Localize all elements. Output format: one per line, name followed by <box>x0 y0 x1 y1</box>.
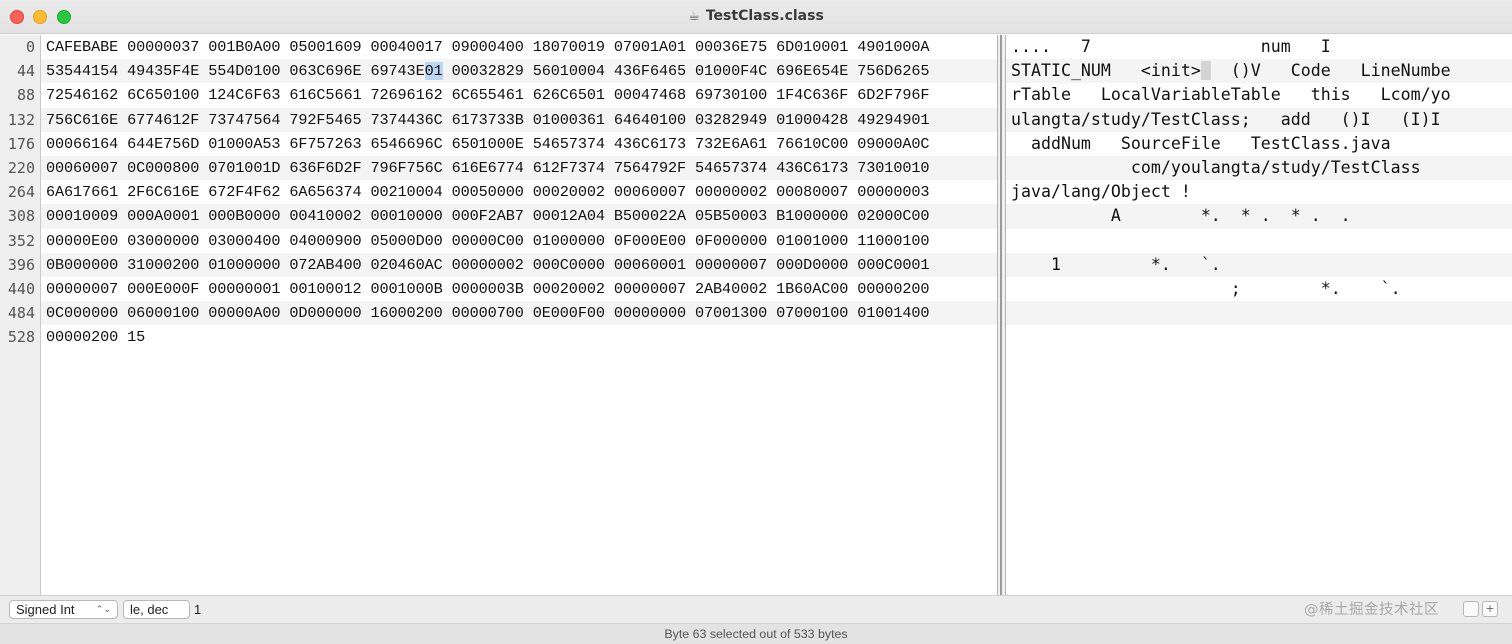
hex-bytes: 00000E00 03000000 03000400 04000900 0500… <box>46 231 930 250</box>
add-inspector-button[interactable]: + <box>1482 601 1498 617</box>
hex-row[interactable]: 6A617661 2F6C616E 672F4F62 6A656374 0021… <box>41 180 997 204</box>
ascii-text: ulangta/study/TestClass; add ()I (I)I <box>1011 109 1441 129</box>
hex-row[interactable]: 00010009 000A0001 000B0000 00410002 0001… <box>41 204 997 229</box>
hex-editor: 0 44 88 132 176 220 264 308 352 396 440 484 528 CAFE… <box>0 35 1512 595</box>
text-row[interactable]: java/lang/Object ! <box>1006 180 1512 204</box>
hex-bytes: 00000200 15 <box>46 328 146 347</box>
ascii-text: com/youlangta/study/TestClass <box>1011 157 1421 177</box>
hex-bytes: 00010009 000A0001 000B0000 00410002 0001… <box>46 207 930 226</box>
offset-label: 220 <box>7 158 35 177</box>
hex-bytes: 6A617661 2F6C616E 672F4F62 6A656374 0021… <box>46 183 930 202</box>
remove-inspector-button[interactable] <box>1463 601 1479 617</box>
hex-pane[interactable]: CAFEBABE 00000037 001B0A00 05001609 0004… <box>41 35 997 595</box>
text-row[interactable]: 1 *. `. <box>1006 252 1512 277</box>
inspector-bar: Signed Int ⌃⌄ le, dec 1 @稀土掘金技术社区 + <box>0 595 1512 623</box>
hex-bytes: 53544154 49435F4E 554D0100 063C696E 6974… <box>46 62 425 81</box>
ascii-text: java/lang/Object ! <box>1011 182 1191 202</box>
hex-bytes: CAFEBABE 00000037 001B0A00 05001609 0004… <box>46 38 930 56</box>
offset-label: 528 <box>7 328 35 347</box>
ascii-text: .... 7 num I <box>1011 37 1331 56</box>
text-row[interactable] <box>1006 301 1512 326</box>
text-row[interactable]: rTable LocalVariableTable this Lcom/yo <box>1006 83 1512 107</box>
text-row[interactable] <box>1006 229 1512 253</box>
window-title: ☕ TestClass.class <box>0 0 1512 34</box>
selected-char[interactable] <box>1200 61 1211 81</box>
data-type-select[interactable]: Signed Int ⌃⌄ <box>9 600 118 619</box>
hex-bytes: 00000007 000E000F 00000001 00100012 0001… <box>46 279 930 298</box>
data-type-select-value: Signed Int <box>16 602 75 617</box>
offset-label: 88 <box>16 86 35 105</box>
ascii-text: 1 *. `. <box>1011 254 1221 274</box>
offset-gutter: 0 44 88 132 176 220 264 308 352 396 440 484 528 <box>0 35 41 595</box>
offset-label: 0 <box>25 38 35 56</box>
ascii-text: A *. * . * . . <box>1011 206 1351 226</box>
text-row[interactable] <box>1006 325 1512 349</box>
inspector-value: 1 <box>194 602 202 617</box>
offset-label: 484 <box>7 304 35 323</box>
offset-label: 396 <box>7 255 35 274</box>
hex-row[interactable]: 00060007 0C000800 0701001D 636F6D2F 796F… <box>41 155 997 181</box>
ascii-text: rTable LocalVariableTable this Lcom/yo <box>1011 85 1451 105</box>
ascii-text: ; *. `. <box>1011 278 1401 298</box>
hex-row[interactable]: 756C616E 6774612F 73747564 792F5465 7374… <box>41 107 997 132</box>
hex-bytes: 72546162 6C650100 124C6F63 616C5661 7269… <box>46 86 930 105</box>
offset-label: 352 <box>7 231 35 250</box>
ascii-text: ()V Code LineNumbe <box>1210 61 1451 81</box>
ascii-text: STATIC_NUM <init> <box>1011 61 1201 81</box>
endian-format-select-value: le, dec <box>130 602 169 617</box>
text-row[interactable]: A *. * . * . . <box>1006 204 1512 229</box>
offset-label: 176 <box>7 134 35 153</box>
offset-label: 44 <box>16 62 35 81</box>
pane-divider[interactable] <box>997 35 1006 595</box>
hex-bytes: 0C000000 06000100 00000A00 0D000000 1600… <box>46 304 930 323</box>
selected-byte[interactable]: 01 <box>424 62 443 81</box>
text-row[interactable]: .... 7 num I <box>1006 35 1512 59</box>
window-title-text: TestClass.class <box>705 8 824 24</box>
text-row[interactable]: ; *. `. <box>1006 277 1512 301</box>
hex-bytes: 0B000000 31000200 01000000 072AB400 0204… <box>46 255 930 274</box>
offset-label: 132 <box>7 110 35 129</box>
hex-row[interactable]: 72546162 6C650100 124C6F63 616C5661 7269… <box>41 83 997 107</box>
hex-row[interactable]: 53544154 49435F4E 554D0100 063C696E 6974… <box>41 59 997 84</box>
offset-label: 308 <box>7 207 35 226</box>
title-bar: ☕ TestClass.class <box>0 0 1512 34</box>
endian-format-select[interactable]: le, dec <box>123 600 190 619</box>
hex-bytes: 00066164 644E756D 01000A53 6F757263 6546… <box>46 134 930 153</box>
hex-row[interactable]: CAFEBABE 00000037 001B0A00 05001609 0004… <box>41 35 997 59</box>
status-bar: Byte 63 selected out of 533 bytes <box>0 623 1512 644</box>
hex-row[interactable]: 00000200 15 <box>41 325 997 349</box>
text-row[interactable]: ulangta/study/TestClass; add ()I (I)I <box>1006 107 1512 132</box>
offset-label: 264 <box>7 183 35 202</box>
hex-bytes: 00060007 0C000800 0701001D 636F6D2F 796F… <box>46 158 930 177</box>
hex-row[interactable]: 0C000000 06000100 00000A00 0D000000 1600… <box>41 301 997 326</box>
text-row[interactable]: com/youlangta/study/TestClass <box>1006 155 1512 181</box>
hex-row[interactable]: 00000E00 03000000 03000400 04000900 0500… <box>41 229 997 253</box>
ascii-text: addNum SourceFile TestClass.java <box>1011 133 1391 153</box>
text-row[interactable]: STATIC_NUM <init> ()V Code LineNumbe <box>1006 59 1512 84</box>
hex-bytes: 756C616E 6774612F 73747564 792F5465 7374… <box>46 110 930 129</box>
hex-row[interactable]: 0B000000 31000200 01000000 072AB400 0204… <box>41 252 997 277</box>
text-pane[interactable]: .... 7 num I STATIC_NUM <init> ()V Code L… <box>1006 35 1512 595</box>
updown-chevron-icon: ⌃⌄ <box>95 604 111 614</box>
text-row[interactable]: addNum SourceFile TestClass.java <box>1006 132 1512 156</box>
status-text: Byte 63 selected out of 533 bytes <box>664 627 848 641</box>
offset-label: 440 <box>7 279 35 298</box>
hex-row[interactable]: 00000007 000E000F 00000001 00100012 0001… <box>41 277 997 301</box>
watermark: @稀土掘金技术社区 <box>1304 602 1439 618</box>
hex-bytes: 00032829 56010004 436F6465 01000F4C 696E… <box>442 62 930 81</box>
hex-row[interactable]: 00066164 644E756D 01000A53 6F757263 6546… <box>41 132 997 156</box>
coffee-cup-icon: ☕ <box>688 9 700 24</box>
